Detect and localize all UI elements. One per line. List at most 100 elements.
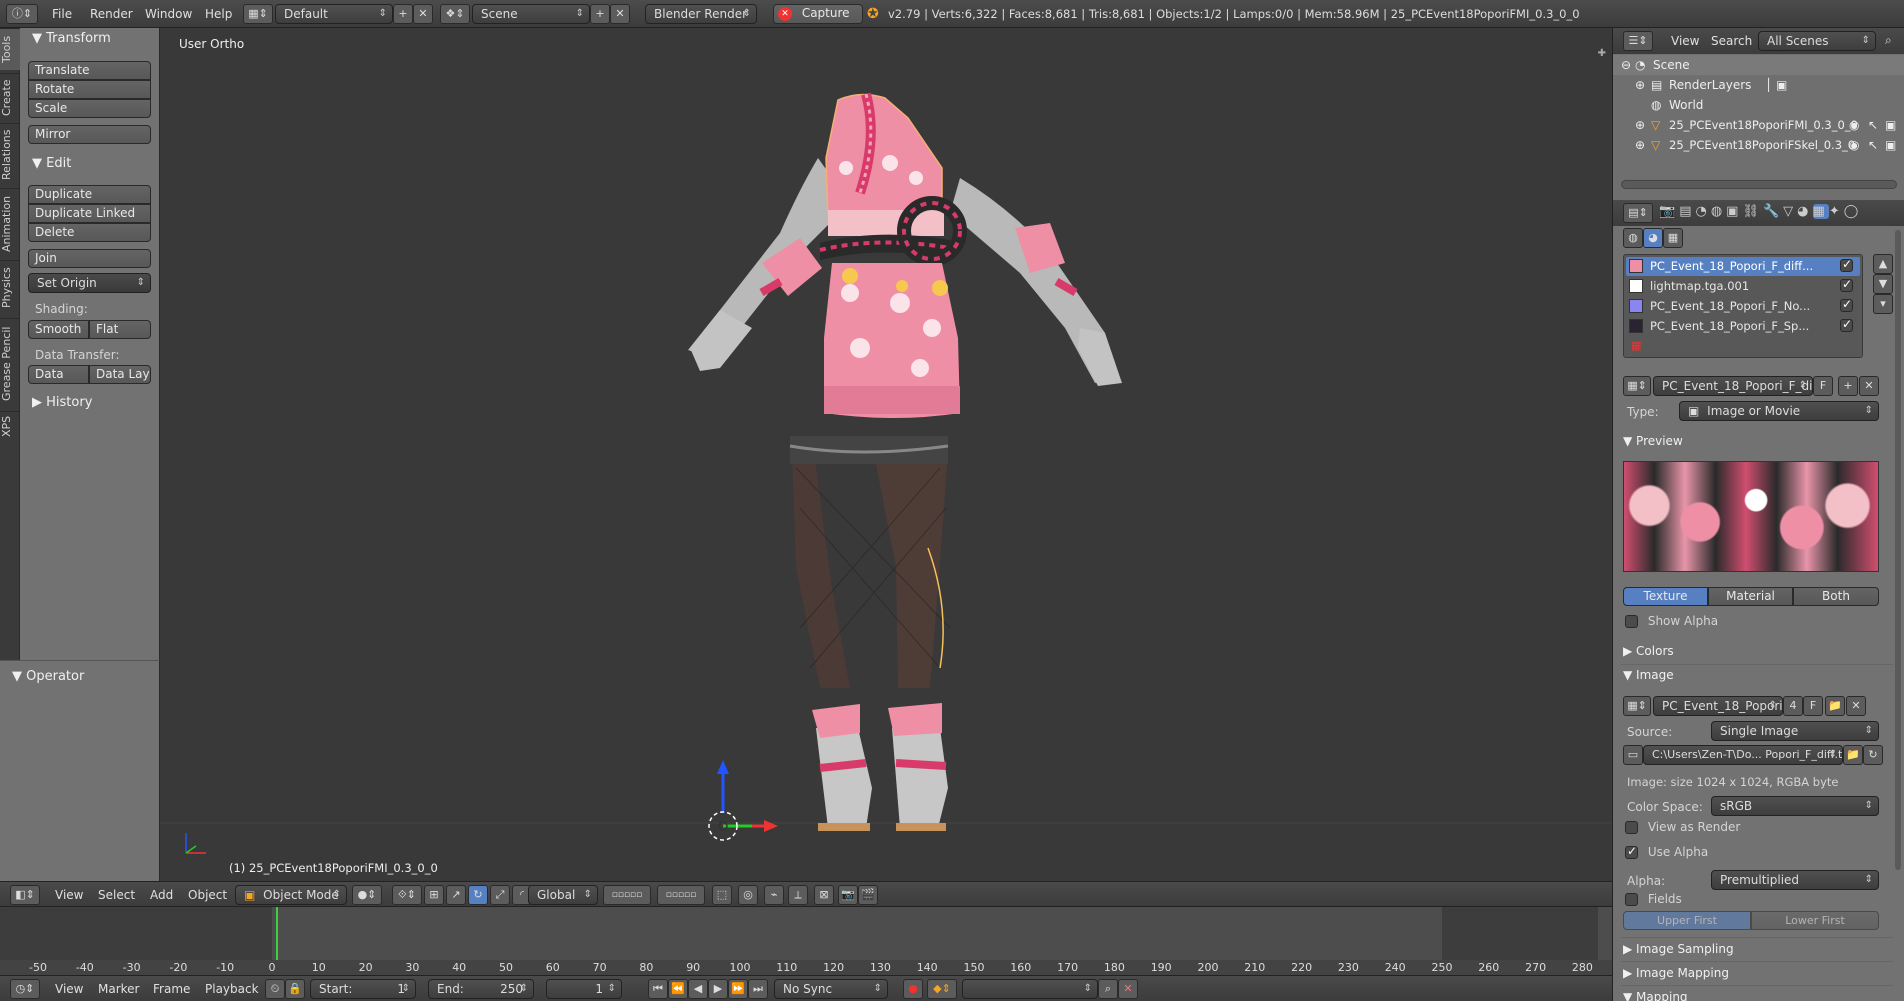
viewport-corner-plus-icon[interactable]: ✚	[1598, 48, 1606, 59]
lower-first-button[interactable]: Lower First	[1751, 911, 1879, 930]
snap-toggle-icon[interactable]: ⌁	[764, 885, 784, 905]
scale-manipulator-icon[interactable]: ⤢	[490, 885, 510, 905]
layers-grid-b-icon[interactable]: ▫▫▫▫▫	[657, 885, 705, 905]
object-tab-icon[interactable]: ▣	[1726, 204, 1742, 219]
insert-keyframe-icon[interactable]: ⌕	[1098, 979, 1118, 999]
history-panel-header[interactable]: ▶ History	[32, 395, 92, 410]
visibility-eye-icon[interactable]: ◉	[1849, 115, 1859, 135]
slot-specials-icon[interactable]: ▾	[1873, 294, 1893, 314]
opengl-render-icon[interactable]: 🎬	[858, 885, 878, 905]
menu-view[interactable]: View	[55, 888, 83, 902]
outliner-row-armature[interactable]: ⊕ ▽ 25_PCEvent18PoporiFSkel_0.3_0 ◉ ↖ ▣	[1613, 135, 1904, 155]
data-transfer-button[interactable]: Data	[28, 365, 89, 384]
use-alpha-checkbox[interactable]	[1625, 844, 1638, 859]
tl-menu-frame[interactable]: Frame	[153, 982, 190, 996]
texture-slot[interactable]: lightmap.tga.001	[1626, 277, 1860, 296]
filepath-browse-icon[interactable]: 📁	[1843, 745, 1863, 765]
timeline[interactable]: -50 -40 -30 -20 -10 0 10 20 30 40 50 60 70 80 90 100 110…	[0, 907, 1612, 975]
outliner-menu-view[interactable]: View	[1671, 34, 1699, 48]
lock-camera-icon[interactable]: ⬚	[712, 885, 732, 905]
outliner-row-world[interactable]: ◍ World	[1613, 95, 1904, 115]
texture-slot[interactable]: PC_Event_18_Popori_F_No...	[1626, 297, 1860, 316]
layout-selector[interactable]: Default	[275, 4, 393, 24]
proportional-edit-icon[interactable]: ◎	[738, 885, 758, 905]
tl-menu-view[interactable]: View	[55, 982, 83, 996]
world-tab-icon[interactable]: ◍	[1711, 204, 1726, 219]
set-origin-dropdown[interactable]: Set Origin	[28, 273, 151, 293]
texture-slot[interactable]: PC_Event_18_Popori_F_Sp...	[1626, 317, 1860, 336]
preview-tab-both[interactable]: Both	[1793, 587, 1879, 606]
menu-file[interactable]: File	[52, 7, 72, 21]
show-alpha-option[interactable]: Show Alpha	[1625, 614, 1718, 628]
duplicate-linked-button[interactable]: Duplicate Linked	[28, 204, 151, 223]
snap-element-icon[interactable]: ⟂	[788, 885, 808, 905]
menu-help[interactable]: Help	[205, 7, 232, 21]
unlink-texture-icon[interactable]: ✕	[1859, 376, 1879, 396]
outliner-row-renderlayers[interactable]: ⊕ ▤ RenderLayers │ ▣	[1613, 75, 1904, 95]
texture-paint-icon[interactable]: ⊠	[814, 885, 834, 905]
delete-button[interactable]: Delete	[28, 223, 151, 242]
scene-selector[interactable]: Scene	[472, 4, 590, 24]
image-panel-header[interactable]: ▼ Image	[1623, 668, 1674, 682]
transform-panel-header[interactable]: ▼ Transform	[32, 31, 111, 46]
menu-select[interactable]: Select	[98, 888, 135, 902]
image-unlink-icon[interactable]: ✕	[1846, 696, 1866, 716]
material-tab-icon[interactable]: ◕	[1797, 204, 1812, 219]
lock-range-icon[interactable]: 🔒	[285, 979, 305, 999]
tab-xps[interactable]: XPS	[0, 411, 20, 441]
material-texture-toggle-icon[interactable]: ◕	[1643, 228, 1663, 248]
mirror-button[interactable]: Mirror	[28, 125, 151, 144]
texture-slot-checkbox[interactable]	[1840, 297, 1853, 312]
close-scene-icon[interactable]: ✕	[610, 4, 630, 24]
render-camera-icon-2[interactable]: ▣	[1885, 135, 1896, 155]
outliner-scrollbar[interactable]	[1621, 180, 1897, 189]
slot-move-up-icon[interactable]: ▲	[1873, 254, 1893, 274]
add-scene-icon[interactable]: +	[590, 4, 610, 24]
render-preview-icon[interactable]: 📷	[838, 885, 858, 905]
image-fake-user-button[interactable]: F	[1803, 696, 1823, 716]
slot-move-down-icon[interactable]: ▼	[1873, 274, 1893, 294]
selectable-cursor-icon-2[interactable]: ↖	[1868, 135, 1878, 155]
render-camera-icon[interactable]: ▣	[1885, 115, 1896, 135]
preview-panel-header[interactable]: ▼ Preview	[1623, 434, 1683, 448]
reload-image-icon[interactable]: ↻	[1863, 745, 1883, 765]
pivot-point-icon[interactable]: ⟐⇕	[392, 885, 422, 905]
character-model[interactable]	[160, 28, 1612, 881]
tab-animation[interactable]: Animation	[0, 188, 20, 258]
play-reverse-icon[interactable]: ◀	[688, 979, 708, 999]
menu-add[interactable]: Add	[150, 888, 173, 902]
tab-relations[interactable]: Relations	[0, 123, 20, 185]
mode-selector[interactable]: ▣ Object Mode	[235, 885, 347, 905]
jump-end-icon[interactable]: ⏭	[748, 979, 768, 999]
preview-tab-material[interactable]: Material	[1708, 587, 1793, 606]
texture-slot-checkbox[interactable]	[1840, 257, 1853, 272]
tl-menu-playback[interactable]: Playback	[205, 982, 259, 996]
selectable-cursor-icon[interactable]: ↖	[1868, 115, 1878, 135]
use-alpha-option[interactable]: Use Alpha	[1625, 844, 1708, 859]
keying-set-icon[interactable]: ◆⇕	[927, 979, 957, 999]
texture-tab-icon[interactable]: ▦	[1812, 204, 1829, 219]
translate-button[interactable]: Translate	[28, 61, 151, 80]
shading-mode-icon[interactable]: ●⇕	[352, 885, 382, 905]
texture-browse-icon[interactable]: ▦⇕	[1623, 376, 1651, 396]
view-as-render-checkbox[interactable]	[1625, 821, 1638, 834]
layers-tab-icon[interactable]: ▤	[1679, 204, 1695, 219]
layers-grid-a-icon[interactable]: ▫▫▫▫▫	[603, 885, 651, 905]
scale-button[interactable]: Scale	[28, 99, 151, 118]
transform-orientation-selector[interactable]: Global	[528, 885, 598, 905]
modifiers-tab-icon[interactable]: 🔧	[1763, 204, 1783, 219]
colors-panel-header[interactable]: ▶ Colors	[1623, 644, 1674, 658]
color-space-selector[interactable]: sRGB	[1711, 796, 1879, 816]
auto-key-record-icon[interactable]: ●	[903, 979, 923, 999]
visibility-eye-icon-2[interactable]: ◉	[1849, 135, 1859, 155]
tab-grease-pencil[interactable]: Grease Pencil	[0, 318, 20, 408]
outliner-row-scene[interactable]: ⊖ ◔ Scene	[1613, 55, 1904, 75]
fields-option[interactable]: Fields	[1625, 892, 1682, 906]
tab-physics[interactable]: Physics	[0, 260, 20, 315]
rotate-manipulator-icon[interactable]: ↻	[468, 885, 488, 905]
upper-first-button[interactable]: Upper First	[1623, 911, 1751, 930]
new-texture-icon[interactable]: +	[1838, 376, 1858, 396]
info-editor-icon[interactable]: ⓘ⇕	[6, 4, 38, 24]
particles-tab-icon[interactable]: ✦	[1829, 204, 1844, 219]
show-alpha-checkbox[interactable]	[1625, 615, 1638, 628]
